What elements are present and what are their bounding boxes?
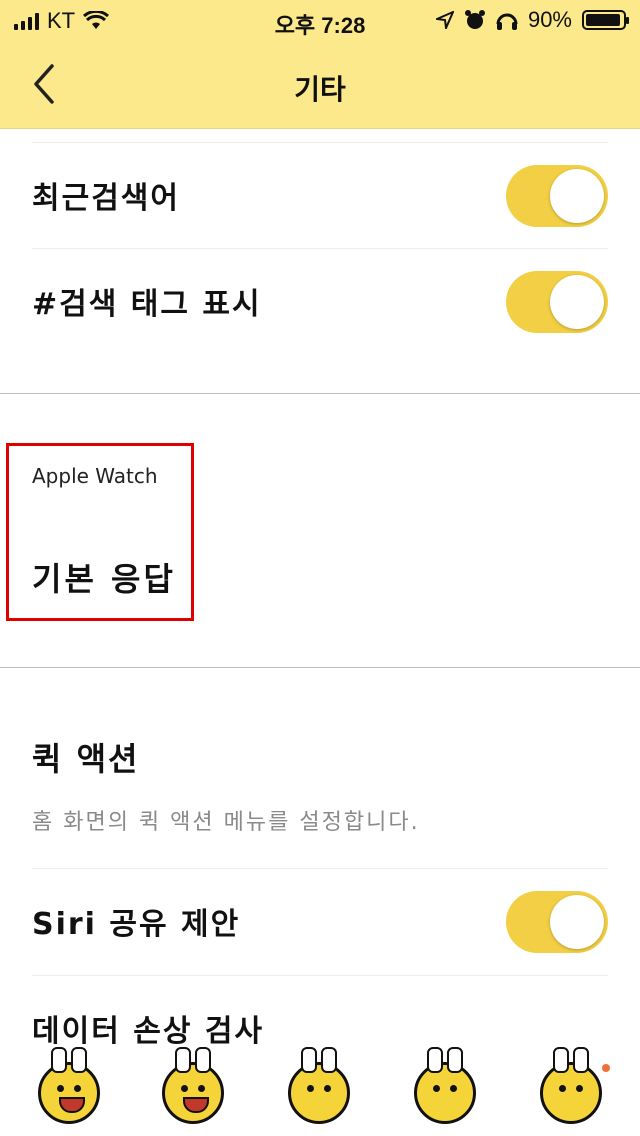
emoji-bar <box>0 1046 640 1136</box>
emoji-laugh-icon[interactable] <box>38 1047 100 1124</box>
status-right: 90% <box>435 7 629 33</box>
section-divider <box>0 393 640 394</box>
section-divider <box>0 667 640 668</box>
setting-row-siri: Siri 공유 제안 <box>32 868 608 975</box>
siri-suggestion-toggle[interactable] <box>506 891 608 953</box>
status-bar: KT 오후 7:28 90% <box>0 0 640 40</box>
search-tag-toggle[interactable] <box>506 271 608 333</box>
setting-label: Siri 공유 제안 <box>32 907 241 942</box>
setting-label: #검색 태그 표시 <box>32 287 262 322</box>
headphones-icon <box>496 13 518 30</box>
page-title: 기타 <box>294 73 346 106</box>
battery-icon <box>582 10 629 30</box>
setting-label: 데이터 손상 검사 <box>32 1014 265 1049</box>
battery-percent: 90% <box>527 7 572 32</box>
emoji-wink-icon[interactable] <box>414 1047 476 1124</box>
recent-search-toggle[interactable] <box>506 165 608 227</box>
emoji-grumpy-icon[interactable] <box>540 1047 602 1124</box>
alarm-clock-icon <box>464 10 485 29</box>
location-arrow-icon <box>435 11 454 29</box>
emoji-heart-laugh-icon[interactable] <box>162 1047 224 1124</box>
setting-row-recent-search: 최근검색어 <box>32 142 608 249</box>
setting-label: 최근검색어 <box>32 181 180 216</box>
emoji-surprised-icon[interactable] <box>288 1047 350 1124</box>
quick-action-description: 홈 화면의 퀵 액션 메뉴를 설정합니다. <box>32 810 420 835</box>
notification-dot <box>602 1064 610 1072</box>
setting-row-search-tag: #검색 태그 표시 <box>32 248 608 355</box>
quick-action-item[interactable]: 퀵 액션 <box>32 734 139 780</box>
nav-bar: 기타 <box>0 40 640 129</box>
highlight-box <box>6 443 194 621</box>
